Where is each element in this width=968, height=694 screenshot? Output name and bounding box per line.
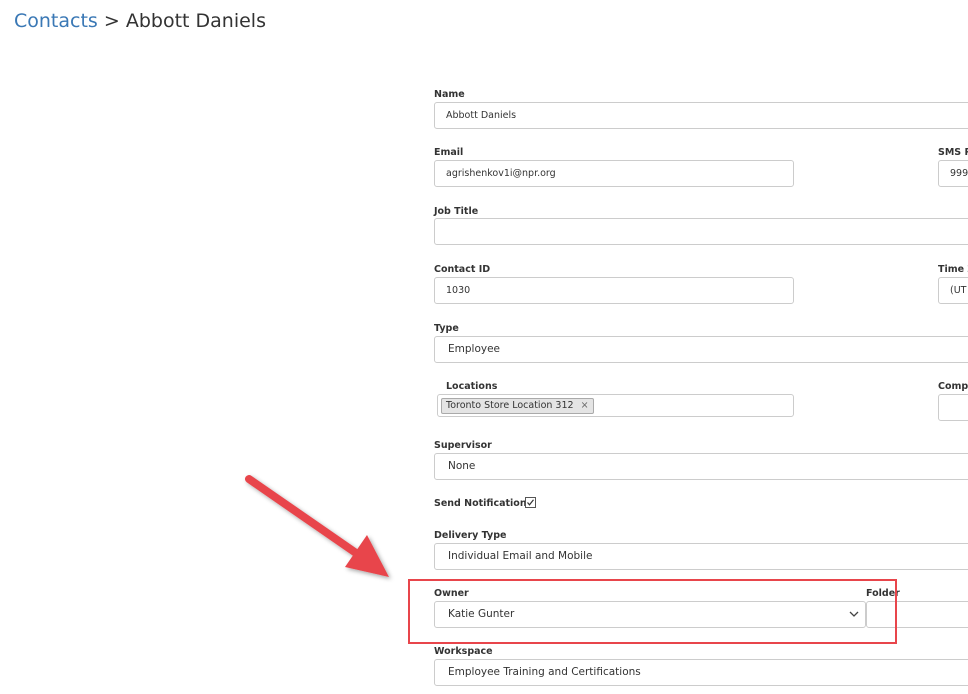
- red-arrow-icon: [245, 475, 389, 577]
